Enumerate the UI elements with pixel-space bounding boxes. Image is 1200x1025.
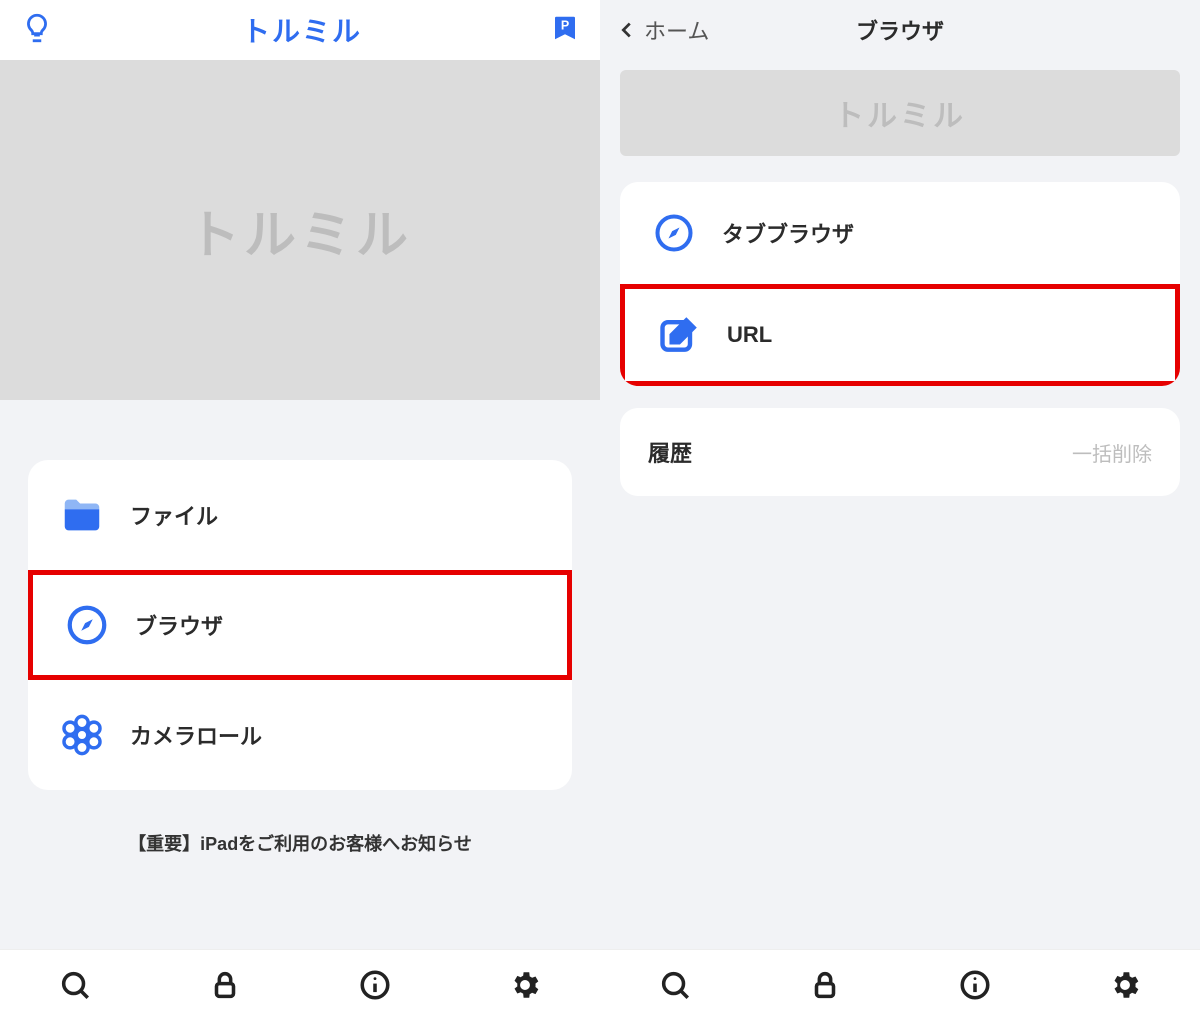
browser-menu-card: タブブラウザ URL — [620, 182, 1180, 386]
history-card: 履歴 一括削除 — [620, 408, 1180, 496]
info-icon[interactable] — [958, 968, 992, 1007]
compass-icon — [63, 601, 111, 649]
back-label: ホーム — [644, 14, 709, 46]
svg-text:P: P — [561, 18, 569, 32]
home-banner: トルミル — [0, 60, 600, 400]
bottom-tabbar — [600, 949, 1200, 1025]
banner-logo-small: トルミル — [834, 91, 966, 135]
browser-item-label: URL — [727, 322, 772, 348]
browser-item-tab[interactable]: タブブラウザ — [620, 182, 1180, 284]
notice-text[interactable]: 【重要】iPadをご利用のお客様へお知らせ — [0, 830, 600, 856]
settings-icon[interactable] — [508, 968, 542, 1007]
lock-icon[interactable] — [208, 968, 242, 1007]
compass-icon — [650, 209, 698, 257]
tip-icon[interactable] — [20, 11, 54, 50]
menu-item-file[interactable]: ファイル — [28, 460, 572, 570]
menu-label: ブラウザ — [135, 609, 223, 641]
banner-logo: トルミル — [188, 193, 412, 268]
menu-label: ファイル — [130, 499, 218, 531]
history-label: 履歴 — [648, 436, 692, 468]
top-bar: トルミル P — [0, 0, 600, 60]
folder-icon — [58, 491, 106, 539]
search-icon[interactable] — [658, 968, 692, 1007]
nav-header: ホーム ブラウザ — [600, 0, 1200, 60]
back-button[interactable]: ホーム — [616, 14, 709, 46]
flower-icon — [58, 711, 106, 759]
home-screen: トルミル P トルミル ファイル — [0, 0, 600, 1025]
menu-item-cameraroll[interactable]: カメラロール — [28, 680, 572, 790]
browser-item-url[interactable]: URL — [620, 284, 1180, 386]
bookmark-icon[interactable]: P — [550, 13, 580, 48]
browser-item-label: タブブラウザ — [722, 217, 854, 249]
menu-item-browser[interactable]: ブラウザ — [28, 570, 572, 680]
home-menu-card: ファイル ブラウザ — [28, 460, 572, 790]
search-icon[interactable] — [58, 968, 92, 1007]
edit-icon — [655, 311, 703, 359]
history-clear-button[interactable]: 一括削除 — [1072, 438, 1152, 467]
lock-icon[interactable] — [808, 968, 842, 1007]
browser-screen: ホーム ブラウザ トルミル タブブラウザ URL — [600, 0, 1200, 1025]
app-title: トルミル — [242, 10, 362, 50]
browser-banner: トルミル — [620, 70, 1180, 156]
settings-icon[interactable] — [1108, 968, 1142, 1007]
menu-label: カメラロール — [130, 719, 262, 751]
bottom-tabbar — [0, 949, 600, 1025]
info-icon[interactable] — [358, 968, 392, 1007]
